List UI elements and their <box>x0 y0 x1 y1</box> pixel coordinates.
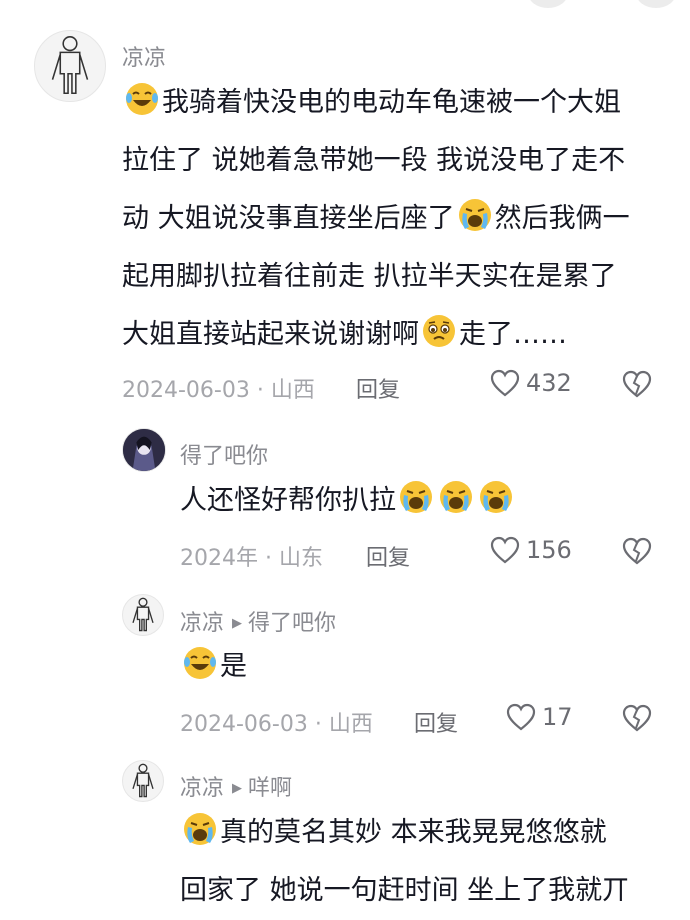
broken-heart-icon[interactable] <box>622 537 652 565</box>
comment-text: 我骑着快没电的电动车龟速被一个大姐 拉住了 说她着急带她一段 我说没电了走不 动… <box>122 74 630 364</box>
like-button[interactable]: 432 <box>490 369 572 397</box>
reply-button[interactable]: 回复 <box>414 706 458 738</box>
pleading-emoji <box>421 313 457 349</box>
avatar[interactable] <box>34 30 106 102</box>
heart-outline-icon <box>506 703 536 731</box>
username-reply-header[interactable]: 凉凉 ▶ 咩啊 <box>180 770 292 802</box>
comment-date-location: 2024年 · 山东 <box>180 546 323 571</box>
comment-line: 然后我俩一 <box>494 203 630 234</box>
avatar[interactable] <box>122 594 164 636</box>
username[interactable]: 得了吧你 <box>180 438 268 470</box>
comment-text: 是 <box>180 638 247 696</box>
comment-date-location: 2024-06-03 · 山西 <box>122 378 315 403</box>
reply-to-username[interactable]: 得了吧你 <box>248 611 336 636</box>
username[interactable]: 凉凉 <box>180 611 224 636</box>
avatar[interactable] <box>122 760 164 802</box>
comment-text: 真的莫名其妙 本来我晃晃悠悠就 回家了 她说一句赶时间 坐上了我就丌 <box>180 804 629 920</box>
crying-emoji <box>478 479 514 515</box>
heart-outline-icon <box>490 536 520 564</box>
avatar[interactable] <box>122 428 166 472</box>
username[interactable]: 凉凉 <box>180 776 224 801</box>
reply-to-username[interactable]: 咩啊 <box>248 776 292 801</box>
like-count: 432 <box>526 369 572 397</box>
like-count: 17 <box>542 703 573 731</box>
comment-line: 是 <box>220 651 247 682</box>
username[interactable]: 凉凉 <box>122 40 166 72</box>
crying-emoji <box>398 479 434 515</box>
broken-heart-icon[interactable] <box>622 370 652 398</box>
comment-line: 大姐直接站起来说谢谢啊 <box>122 319 419 350</box>
heart-outline-icon <box>490 369 520 397</box>
crying-emoji <box>438 479 474 515</box>
stick-figure-avatar-icon <box>132 597 154 632</box>
crying-emoji <box>457 197 493 233</box>
stick-figure-avatar-icon <box>132 763 154 798</box>
comment-line: 真的莫名其妙 本来我晃晃悠悠就 <box>220 817 607 848</box>
laughing-tears-emoji <box>182 645 218 681</box>
comment-line: 拉住了 说她着急带她一段 我说没电了走不 <box>122 145 626 176</box>
comment-line: 我骑着快没电的电动车龟速被一个大姐 <box>162 87 621 118</box>
comment-line: 人还怪好帮你扒拉 <box>180 485 396 516</box>
comment-line: 动 大姐说没事直接坐后座了 <box>122 203 455 234</box>
top-edge <box>0 0 690 14</box>
comment-line: 起用脚扒拉着往前走 扒拉半天实在是累了 <box>122 261 617 292</box>
broken-heart-icon[interactable] <box>622 704 652 732</box>
like-count: 156 <box>526 536 572 564</box>
comment-date-location: 2024-06-03 · 山西 <box>180 712 373 737</box>
username-reply-header[interactable]: 凉凉 ▶ 得了吧你 <box>180 605 336 637</box>
stick-figure-avatar-icon <box>51 36 89 94</box>
reply-button[interactable]: 回复 <box>356 372 400 404</box>
laughing-tears-emoji <box>124 81 160 117</box>
crying-emoji <box>182 811 218 847</box>
triangle-right-icon: ▶ <box>232 615 243 631</box>
reply-button[interactable]: 回复 <box>366 540 410 572</box>
like-button[interactable]: 17 <box>506 703 573 731</box>
like-button[interactable]: 156 <box>490 536 572 564</box>
comment-text: 人还怪好帮你扒拉 <box>180 472 516 530</box>
triangle-right-icon: ▶ <box>232 780 243 796</box>
comment-line: 走了…… <box>459 319 567 350</box>
comment-line: 回家了 她说一句赶时间 坐上了我就丌 <box>180 875 630 906</box>
